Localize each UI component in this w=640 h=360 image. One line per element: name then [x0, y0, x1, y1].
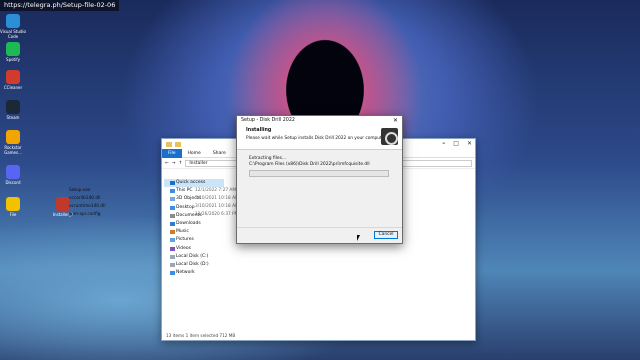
url-overlay: https://telegra.ph/Setup-file-02-06: [0, 0, 120, 11]
desktop-icon[interactable]: Discord: [0, 165, 26, 185]
up-arrow-icon[interactable]: ↑: [179, 161, 183, 166]
minimize-icon[interactable]: –: [442, 140, 445, 147]
cancel-button[interactable]: Cancel: [374, 231, 398, 239]
desktop-icon[interactable]: CCleaner: [0, 70, 26, 90]
nav-item[interactable]: Local Disk (D:): [164, 261, 224, 269]
desktop-icon-label: CCleaner: [3, 85, 23, 90]
app-icon: [6, 70, 20, 84]
status-bar: 13 items 1 item selected 712 MB: [166, 333, 236, 338]
setup-titlebar[interactable]: Setup - Disk Drill 2022 ✕: [237, 116, 402, 125]
desktop-icon-label: Spotify: [6, 57, 20, 62]
desktop-icon-label: Visual Studio Code: [0, 29, 26, 39]
setup-dialog[interactable]: Setup - Disk Drill 2022 ✕ Installing Ple…: [236, 115, 403, 244]
desktop-icon-label: Rockstar Games...: [4, 145, 22, 155]
forward-arrow-icon[interactable]: →: [172, 161, 176, 166]
close-icon[interactable]: ✕: [393, 117, 398, 124]
desktop-icon[interactable]: File: [0, 197, 26, 217]
desktop-icon[interactable]: Spotify: [0, 42, 26, 62]
app-icon: [6, 42, 20, 56]
nav-item[interactable]: Network: [164, 269, 224, 277]
folder-icon: [166, 141, 172, 147]
mouse-cursor-icon: [357, 235, 360, 241]
file-name: vccorlib140.dll: [69, 195, 101, 201]
setup-subheading: Please wait while Setup installs Disk Dr…: [246, 136, 388, 141]
status-label: Extracting files...: [249, 156, 287, 161]
app-icon: [6, 197, 20, 211]
tab-home[interactable]: Home: [182, 149, 207, 158]
desktop-icon[interactable]: Steam: [0, 100, 26, 120]
desktop-icon-label: Discord: [5, 180, 21, 185]
address-path: Installer: [189, 160, 208, 166]
setup-heading: Installing: [246, 128, 272, 133]
setup-header: Installing Please wait while Setup insta…: [237, 125, 402, 150]
nav-item[interactable]: Local Disk (C:): [164, 253, 224, 261]
file-name: wim-api.config: [69, 211, 101, 217]
back-arrow-icon[interactable]: ←: [165, 161, 169, 166]
file-name: Setup.exe: [69, 187, 91, 193]
app-icon: [6, 100, 20, 114]
setup-title: Setup - Disk Drill 2022: [241, 118, 295, 123]
folder-icon: [175, 141, 181, 147]
disk-drill-logo-icon: [381, 128, 398, 145]
app-icon: [6, 165, 20, 179]
close-icon[interactable]: ✕: [467, 140, 472, 147]
nav-item[interactable]: Downloads: [164, 220, 224, 228]
nav-item[interactable]: Videos: [164, 245, 224, 253]
desktop-icon[interactable]: Rockstar Games...: [0, 130, 26, 155]
file-name: vcruntime140.dll: [69, 203, 106, 209]
app-icon: [6, 14, 20, 28]
nav-item[interactable]: Pictures: [164, 236, 224, 244]
current-file-path: C:\Program Files (x86)\Disk Drill 2022\p…: [249, 162, 370, 167]
progress-bar: [249, 170, 389, 177]
tab-share[interactable]: Share: [207, 149, 232, 158]
app-icon: [6, 130, 20, 144]
desktop-icon-label: File: [9, 212, 17, 217]
desktop-icon[interactable]: Visual Studio Code: [0, 14, 26, 39]
maximize-icon[interactable]: □: [453, 140, 459, 147]
tab-file[interactable]: File: [162, 148, 182, 158]
desktop-icon-label: Steam: [6, 115, 20, 120]
nav-item[interactable]: Music: [164, 228, 224, 236]
